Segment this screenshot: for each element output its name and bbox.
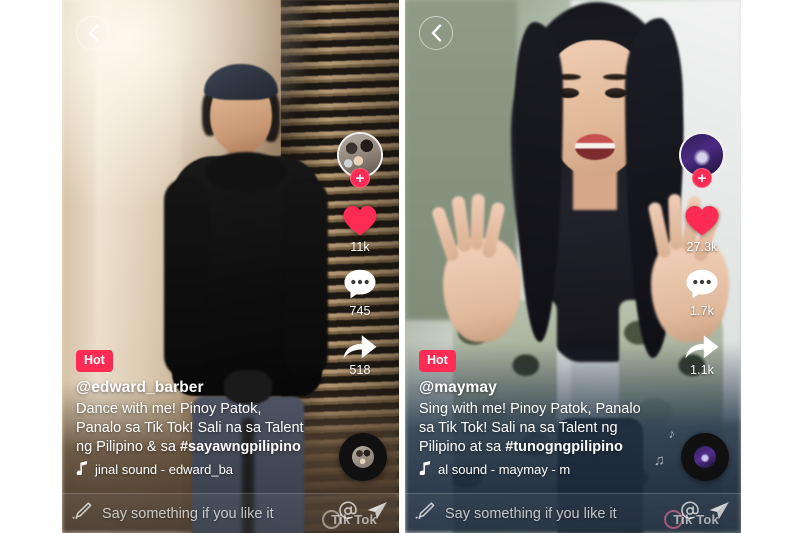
share-count: 1.1k <box>689 363 715 377</box>
comment-bar[interactable]: Say something if you like it <box>405 493 741 533</box>
hashtag-link[interactable]: #tunogngpilipino <box>505 439 623 455</box>
pencil-icon <box>415 502 435 525</box>
sound-row[interactable]: jinal sound - edward_ba <box>76 461 276 477</box>
author-handle[interactable]: @maymay <box>419 379 647 397</box>
screenshot-stage: + 11k 745 518 Hot @edward_barber Dance w… <box>0 0 800 533</box>
video-panel-left[interactable]: + 11k 745 518 Hot @edward_barber Dance w… <box>62 0 399 533</box>
music-note-icon <box>419 461 431 477</box>
comment-input[interactable]: Say something if you like it <box>445 506 679 522</box>
action-rail: + 11k 745 518 <box>331 132 389 391</box>
like-button[interactable]: 11k <box>342 204 378 254</box>
music-disc-icon[interactable] <box>339 433 387 481</box>
comment-bubble-icon <box>344 269 376 299</box>
video-caption: Hot @edward_barber Dance with me! Pinoy … <box>76 350 304 477</box>
profile-avatar[interactable]: + <box>337 132 383 188</box>
share-count: 518 <box>349 363 371 377</box>
like-count: 11k <box>350 240 370 254</box>
music-note-decor-icon: ♫ <box>653 452 665 469</box>
back-button[interactable] <box>76 16 110 50</box>
status-badge: Hot <box>76 350 113 372</box>
video-description: Sing with me! Pinoy Patok, Panalo sa Tik… <box>419 400 647 457</box>
action-rail: + 27.3k 1.7k 1.1k <box>673 132 731 391</box>
like-button[interactable]: 27.3k <box>684 204 720 254</box>
heart-icon <box>343 206 377 236</box>
comment-input[interactable]: Say something if you like it <box>102 506 337 522</box>
video-caption: Hot @maymay Sing with me! Pinoy Patok, P… <box>419 350 647 477</box>
comment-bubble-icon <box>686 269 718 299</box>
heart-icon <box>685 206 719 236</box>
sound-row[interactable]: al sound - maymay - m <box>419 461 619 477</box>
comment-count: 1.7k <box>689 304 715 318</box>
comment-button[interactable]: 745 <box>343 268 377 318</box>
send-paper-plane-icon[interactable] <box>365 500 389 527</box>
watermark-glyph <box>664 510 683 529</box>
pencil-icon <box>72 502 92 525</box>
share-arrow-icon <box>685 335 719 359</box>
profile-avatar[interactable]: + <box>679 132 725 188</box>
sound-title: al sound - maymay - m <box>438 461 571 477</box>
sound-title: jinal sound - edward_ba <box>95 461 234 477</box>
share-arrow-icon <box>343 335 377 359</box>
back-button[interactable] <box>419 16 453 50</box>
comment-button[interactable]: 1.7k <box>685 268 719 318</box>
comment-count: 745 <box>349 304 371 318</box>
hashtag-link[interactable]: #sayawngpilipino <box>180 439 301 455</box>
music-disc-icon[interactable] <box>681 433 729 481</box>
watermark-glyph <box>322 510 341 529</box>
chevron-left-icon <box>88 24 99 42</box>
follow-button[interactable]: + <box>692 168 712 188</box>
follow-button[interactable]: + <box>350 168 370 188</box>
chevron-left-icon <box>431 24 442 42</box>
music-note-decor-icon: ♪ <box>668 426 676 441</box>
share-button[interactable]: 518 <box>342 332 378 377</box>
status-badge: Hot <box>419 350 456 372</box>
comment-bar[interactable]: Say something if you like it <box>62 493 399 533</box>
share-button[interactable]: 1.1k <box>684 332 720 377</box>
author-handle[interactable]: @edward_barber <box>76 379 304 397</box>
send-paper-plane-icon[interactable] <box>707 500 731 527</box>
music-note-icon <box>76 461 88 477</box>
video-panel-right[interactable]: + 27.3k 1.7k 1.1k ♪ ♫ Hot @maymay Sing w… <box>405 0 741 533</box>
like-count: 27.3k <box>686 240 718 254</box>
video-description: Dance with me! Pinoy Patok, Panalo sa Ti… <box>76 400 304 457</box>
